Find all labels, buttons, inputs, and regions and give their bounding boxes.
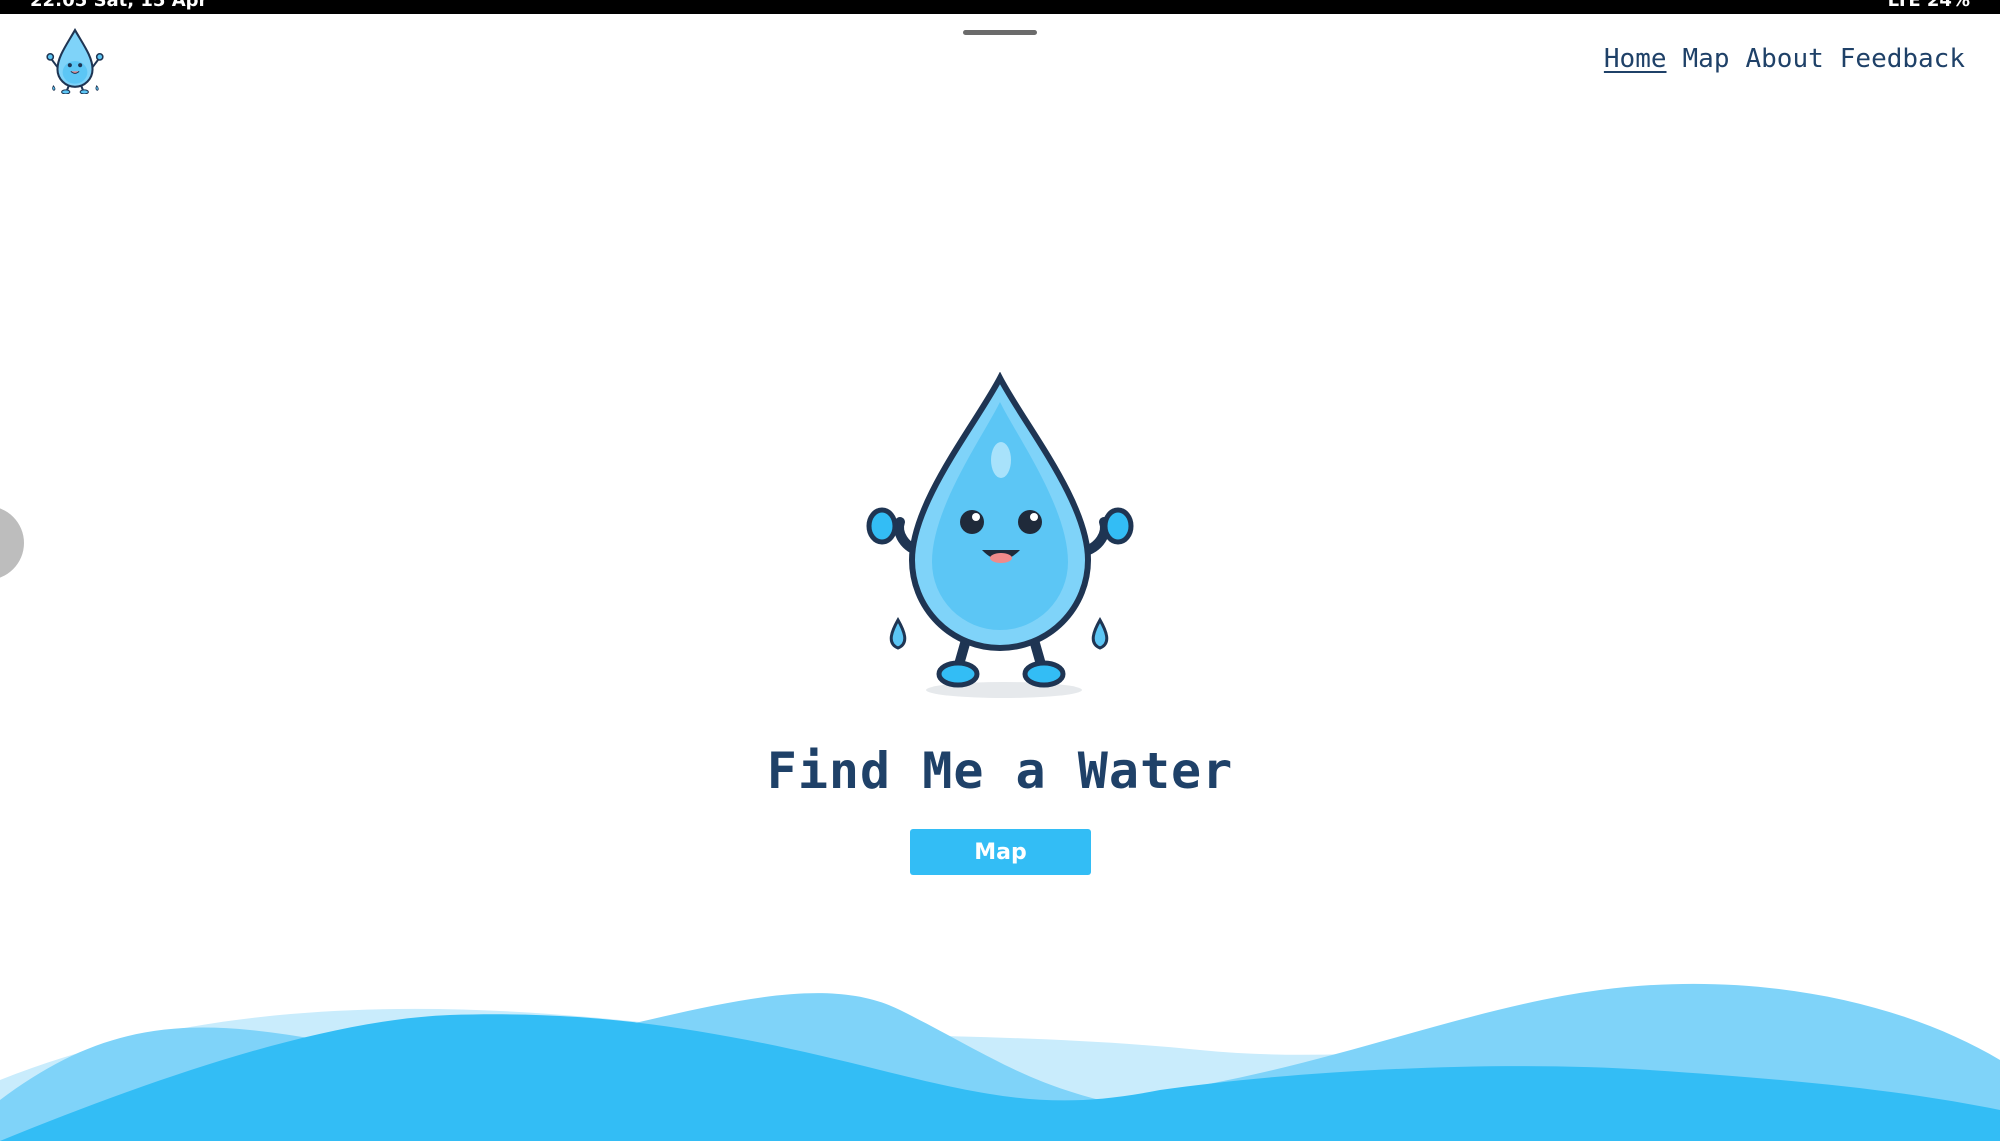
nav-feedback-link[interactable]: Feedback — [1840, 44, 1965, 74]
nav-map-link[interactable]: Map — [1683, 44, 1730, 74]
page-title: Find Me a Water — [766, 742, 1234, 800]
logo-icon[interactable] — [44, 28, 106, 94]
waves-decoration — [0, 983, 2000, 1141]
water-drop-mascot-icon — [866, 372, 1134, 698]
window-grab-handle[interactable] — [963, 30, 1037, 35]
main-nav: Home Map About Feedback — [1604, 44, 1965, 74]
status-indicators: LTE 24% — [1887, 0, 1970, 11]
edge-panel-handle[interactable] — [0, 506, 24, 580]
nav-home-link[interactable]: Home — [1604, 44, 1667, 74]
nav-about-link[interactable]: About — [1745, 44, 1823, 74]
system-status-bar: 22:05 Sat, 15 Apr LTE 24% — [0, 0, 2000, 14]
map-button[interactable]: Map — [910, 829, 1091, 875]
status-time: 22:05 Sat, 15 Apr — [30, 0, 208, 11]
